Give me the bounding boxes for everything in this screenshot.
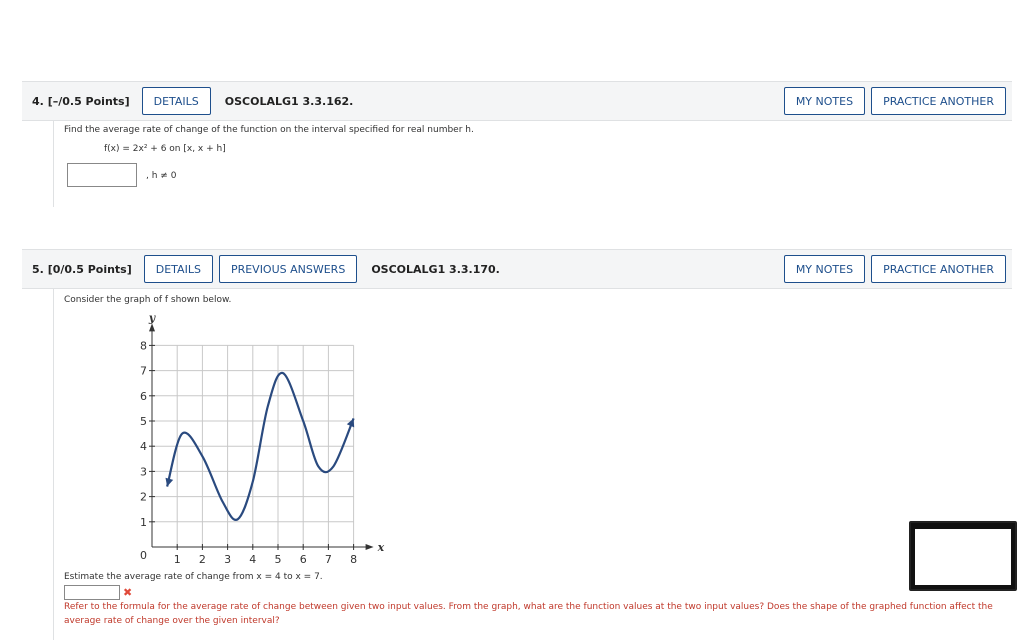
question-5-number: 5. [0/0.5 Points] — [32, 262, 132, 276]
q5-problem-code: OSCOLALG1 3.3.170. — [371, 262, 500, 276]
q5-previous-answers-button[interactable]: PREVIOUS ANSWERS — [218, 255, 358, 283]
y-tick-label: 3 — [140, 465, 147, 478]
x-axis-arrow — [365, 544, 374, 550]
x-tick-label: 5 — [275, 553, 282, 566]
question-4-header: 4. [–/0.5 Points] DETAILS OSCOLALG1 3.3.… — [22, 81, 1012, 121]
y-tick-label: 8 — [140, 339, 147, 352]
question-5-header: 5. [0/0.5 Points] DETAILS PREVIOUS ANSWE… — [22, 249, 1012, 289]
function-graph: 1 2 3 4 5 6 7 8 1 2 3 4 5 6 7 8 0 x y — [140, 315, 385, 566]
origin-label: 0 — [140, 549, 147, 562]
x-tick-label: 8 — [350, 553, 357, 566]
question-4-number: 4. [–/0.5 Points] — [32, 94, 130, 108]
q4-details-button[interactable]: DETAILS — [141, 87, 211, 115]
y-tick-label: 5 — [140, 415, 147, 428]
y-tick-label: 4 — [140, 440, 147, 453]
q4-condition: , h ≠ 0 — [146, 171, 177, 181]
q4-problem-code: OSCOLALG1 3.3.162. — [224, 94, 354, 108]
q5-hint-text: Refer to the formula for the average rat… — [64, 602, 993, 626]
q4-practice-another-button[interactable]: PRACTICE ANOTHER — [871, 87, 1006, 115]
page-thumbnail[interactable] — [909, 521, 1017, 591]
y-tick-label: 1 — [140, 516, 147, 529]
q5-prompt: Consider the graph of f shown below. — [64, 295, 232, 305]
q5-my-notes-button[interactable]: MY NOTES — [783, 255, 866, 283]
y-tick-label: 6 — [140, 390, 147, 403]
q5-details-button[interactable]: DETAILS — [143, 255, 213, 283]
incorrect-x-icon: ✖ — [123, 586, 133, 599]
q5-estimate-prompt: Estimate the average rate of change from… — [64, 572, 323, 582]
x-tick-label: 4 — [249, 553, 256, 566]
x-tick-label: 7 — [325, 553, 332, 566]
q4-formula: f(x) = 2x² + 6 on [x, x + h] — [104, 144, 226, 154]
x-tick-label: 1 — [174, 553, 181, 566]
x-axis-label: x — [377, 541, 385, 554]
x-tick-label: 3 — [224, 553, 231, 566]
y-tick-label: 7 — [140, 365, 147, 378]
x-tick-label: 6 — [300, 553, 307, 566]
q4-my-notes-button[interactable]: MY NOTES — [783, 87, 866, 115]
thumbnail-preview — [915, 529, 1011, 585]
q4-answer-input[interactable] — [67, 163, 137, 187]
y-axis-label: y — [148, 315, 157, 324]
x-tick-label: 2 — [199, 553, 206, 566]
q5-practice-another-button[interactable]: PRACTICE ANOTHER — [871, 255, 1006, 283]
q5-answer-input[interactable] — [64, 585, 120, 600]
y-axis-arrow — [149, 323, 155, 332]
question-4-body: Find the average rate of change of the f… — [53, 121, 1013, 207]
y-tick-label: 2 — [140, 491, 147, 504]
q4-prompt: Find the average rate of change of the f… — [64, 125, 474, 135]
